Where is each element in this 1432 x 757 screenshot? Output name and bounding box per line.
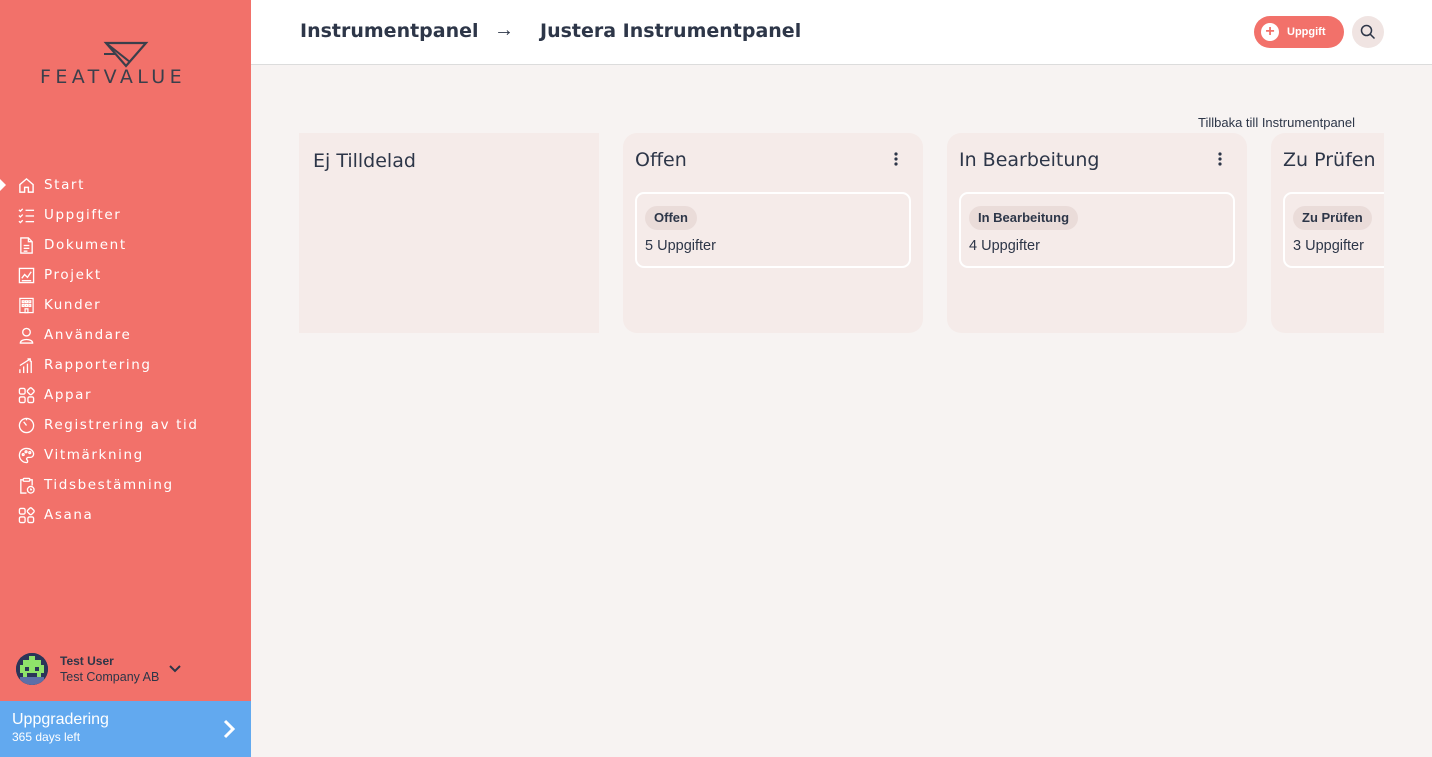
timer-icon: [17, 416, 35, 434]
project-chart-icon: [17, 266, 35, 284]
sidebar-item-label: Start: [44, 177, 85, 193]
upgrade-subtitle: 365 days left: [12, 730, 81, 744]
column-in-bearbeitung: In Bearbeitung In Bearbeitung 4 Uppgifte…: [947, 133, 1247, 333]
kebab-menu-icon[interactable]: [892, 152, 900, 168]
sidebar-item-rapportering[interactable]: Rapportering: [0, 350, 251, 380]
user-icon: [17, 326, 35, 344]
search-button[interactable]: [1352, 16, 1384, 48]
sidebar: FEATVALUE Start Uppgifter Dokument Proje…: [0, 0, 251, 757]
breadcrumb-dashboard[interactable]: Instrumentpanel: [300, 20, 479, 42]
chevron-down-icon[interactable]: [169, 660, 182, 678]
sidebar-item-label: Uppgifter: [44, 207, 122, 223]
page-title: Justera Instrumentpanel: [540, 20, 802, 42]
chevron-right-icon[interactable]: [223, 719, 236, 744]
user-menu[interactable]: Test User Test Company AB: [16, 652, 236, 686]
sidebar-item-label: Användare: [44, 327, 132, 343]
status-card[interactable]: In Bearbeitung 4 Uppgifter: [959, 192, 1235, 268]
upgrade-title: Uppgradering: [12, 711, 109, 728]
building-icon: [17, 296, 35, 314]
back-to-dashboard-link[interactable]: Tillbaka till Instrumentpanel: [1198, 115, 1355, 130]
sidebar-item-tidsbestamning[interactable]: Tidsbestämning: [0, 470, 251, 500]
apps-icon: [17, 506, 35, 524]
kebab-menu-icon[interactable]: [1216, 152, 1224, 168]
sidebar-item-label: Vitmärkning: [44, 447, 144, 463]
sidebar-item-label: Tidsbestämning: [44, 477, 174, 493]
sidebar-item-start[interactable]: Start: [0, 170, 251, 200]
sidebar-item-anvandare[interactable]: Användare: [0, 320, 251, 350]
sidebar-item-asana[interactable]: Asana: [0, 500, 251, 530]
sidebar-item-uppgifter[interactable]: Uppgifter: [0, 200, 251, 230]
task-count: 4 Uppgifter: [969, 238, 1040, 254]
home-icon: [17, 176, 35, 194]
bar-chart-icon: [17, 356, 35, 374]
sidebar-item-label: Kunder: [44, 297, 102, 313]
sidebar-item-label: Dokument: [44, 237, 127, 253]
status-card[interactable]: Zu Prüfen 3 Uppgifter: [1283, 192, 1384, 268]
column-offen: Offen Offen 5 Uppgifter: [623, 133, 923, 333]
avatar: [16, 653, 48, 685]
user-info: Test User Test Company AB: [60, 654, 159, 685]
featvalue-logo[interactable]: FEATVALUE: [40, 40, 212, 90]
add-task-button[interactable]: + Uppgift: [1254, 16, 1344, 48]
status-card[interactable]: Offen 5 Uppgifter: [635, 192, 911, 268]
sidebar-item-label: Appar: [44, 387, 93, 403]
sidebar-nav: Start Uppgifter Dokument Projekt Kunder: [0, 170, 251, 530]
column-zu-pruefen: Zu Prüfen Zu Prüfen 3 Uppgifter: [1271, 133, 1384, 333]
column-title: Zu Prüfen: [1283, 149, 1376, 171]
column-title: In Bearbeitung: [959, 149, 1100, 171]
add-task-label: Uppgift: [1287, 26, 1326, 38]
sidebar-item-label: Projekt: [44, 267, 102, 283]
sidebar-item-dokument[interactable]: Dokument: [0, 230, 251, 260]
sidebar-item-vitmarkning[interactable]: Vitmärkning: [0, 440, 251, 470]
user-name: Test User: [60, 653, 114, 668]
status-badge: Zu Prüfen: [1293, 206, 1372, 230]
task-list-icon: [17, 206, 35, 224]
status-badge: In Bearbeitung: [969, 206, 1079, 230]
plus-icon: +: [1261, 23, 1279, 41]
sidebar-item-projekt[interactable]: Projekt: [0, 260, 251, 290]
column-title: Ej Tilldelad: [313, 150, 416, 172]
column-unassigned: Ej Tilldelad: [299, 133, 599, 333]
kanban-board: Ej Tilldelad Offen Offen 5 Uppgifter In …: [299, 133, 1384, 333]
task-count: 3 Uppgifter: [1293, 238, 1364, 254]
search-icon: [1360, 24, 1376, 40]
column-title: Offen: [635, 149, 687, 171]
status-badge: Offen: [645, 206, 697, 230]
logo-mark-icon: [103, 41, 149, 68]
breadcrumb-separator: →: [494, 19, 514, 41]
sidebar-item-kunder[interactable]: Kunder: [0, 290, 251, 320]
sidebar-item-label: Asana: [44, 507, 94, 523]
pixel-avatar-icon: [16, 653, 48, 685]
sidebar-item-label: Registrering av tid: [44, 417, 199, 433]
sidebar-item-label: Rapportering: [44, 357, 152, 373]
task-count: 5 Uppgifter: [645, 238, 716, 254]
sidebar-item-registrering-av-tid[interactable]: Registrering av tid: [0, 410, 251, 440]
upgrade-banner[interactable]: Uppgradering 365 days left: [0, 701, 251, 757]
clipboard-clock-icon: [17, 476, 35, 494]
top-header: Instrumentpanel → Justera Instrumentpane…: [251, 0, 1432, 65]
palette-icon: [17, 446, 35, 464]
apps-icon: [17, 386, 35, 404]
document-icon: [17, 236, 35, 254]
sidebar-item-appar[interactable]: Appar: [0, 380, 251, 410]
logo-text: FEATVALUE: [40, 66, 186, 88]
user-company: Test Company AB: [60, 669, 160, 684]
